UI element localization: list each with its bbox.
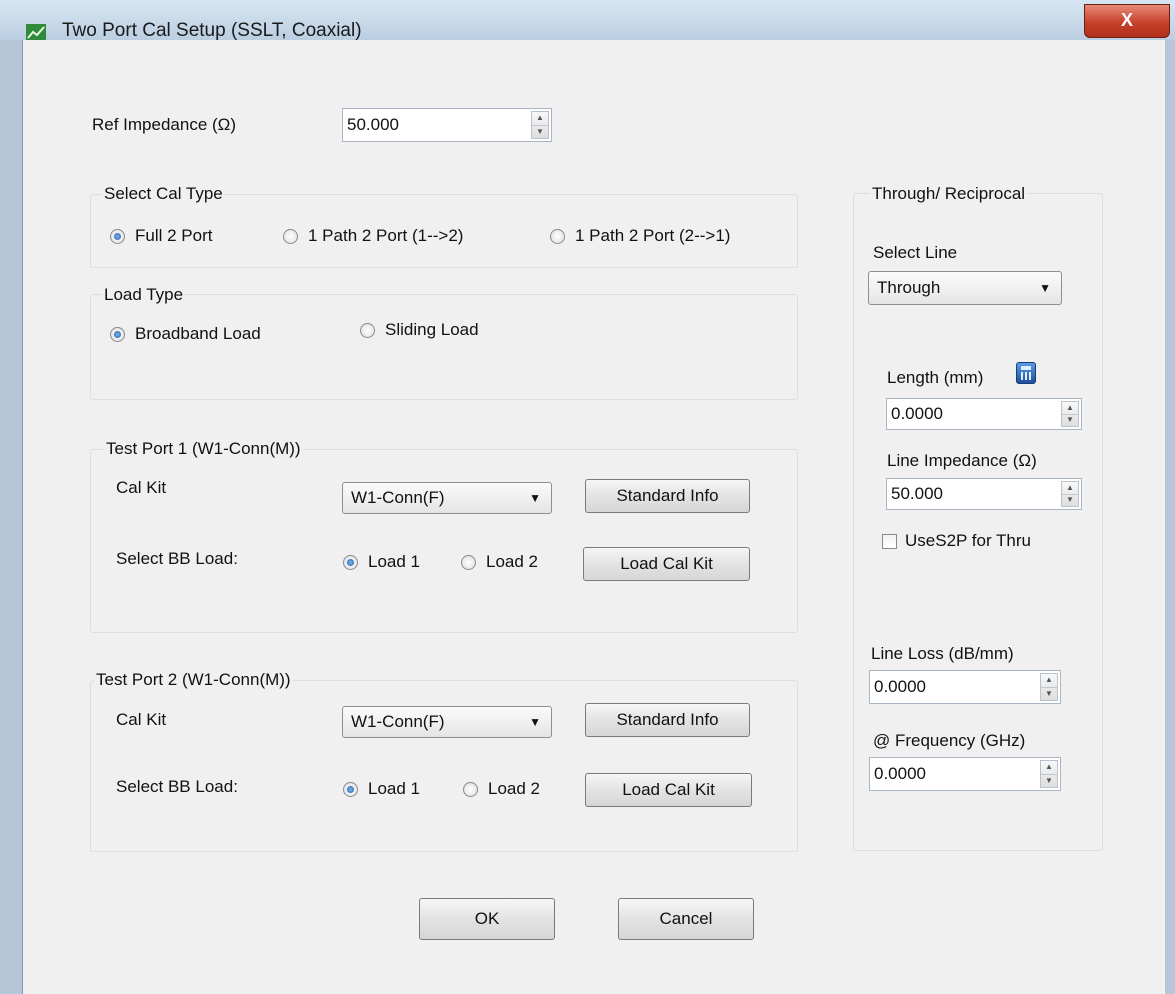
use-s2p-checkbox[interactable] [882, 534, 897, 549]
spin-up-icon[interactable]: ▲ [1041, 761, 1057, 775]
spin-down-icon[interactable]: ▼ [1041, 688, 1057, 701]
line-impedance-label: Line Impedance (Ω) [887, 451, 1037, 470]
test-port-2-legend: Test Port 2 (W1-Conn(M)) [94, 670, 293, 690]
cal-type-legend: Select Cal Type [102, 184, 225, 204]
port1-cal-kit-label: Cal Kit [116, 478, 167, 497]
load-type-group [90, 294, 798, 400]
ref-impedance-label: Ref Impedance (Ω) [92, 115, 237, 134]
radio-selected-icon[interactable] [343, 554, 358, 570]
chevron-down-icon: ▼ [529, 491, 541, 505]
window-title: Two Port Cal Setup (SSLT, Coaxial) [62, 20, 362, 41]
length-value: 0.0000 [891, 404, 943, 423]
through-reciprocal-legend: Through/ Reciprocal [870, 184, 1028, 204]
port2-load-1-label: Load 1 [368, 779, 420, 798]
port1-cal-kit-dropdown[interactable]: W1-Conn(F) ▼ [342, 482, 552, 514]
ref-impedance-value: 50.000 [347, 115, 399, 134]
port2-cal-kit-label: Cal Kit [116, 710, 167, 729]
spin-up-icon[interactable]: ▲ [1062, 482, 1078, 495]
radio-unselected-icon[interactable] [283, 228, 298, 244]
spin-down-icon[interactable]: ▼ [1062, 415, 1078, 427]
spin-down-icon[interactable]: ▼ [1041, 775, 1057, 788]
port1-load-2-label: Load 2 [486, 552, 538, 571]
load-type-sliding[interactable]: Sliding Load [360, 320, 479, 340]
cal-type-option-label: Full 2 Port [135, 226, 213, 245]
port2-standard-info-button[interactable]: Standard Info [585, 703, 750, 737]
frequency-label: @ Frequency (GHz) [873, 731, 1026, 750]
port2-bb-load-label: Select BB Load: [116, 777, 238, 796]
radio-unselected-icon[interactable] [550, 228, 565, 244]
line-loss-field[interactable]: 0.0000 ▲ ▼ [869, 670, 1061, 704]
chevron-down-icon: ▼ [529, 715, 541, 729]
spin-up-icon[interactable]: ▲ [532, 112, 548, 126]
frequency-field[interactable]: 0.0000 ▲ ▼ [869, 757, 1061, 791]
select-line-label: Select Line [873, 243, 958, 262]
port2-cal-kit-dropdown[interactable]: W1-Conn(F) ▼ [342, 706, 552, 738]
load-type-legend: Load Type [102, 285, 186, 305]
radio-selected-icon[interactable] [110, 228, 125, 244]
cal-type-option-label: 1 Path 2 Port (2-->1) [575, 226, 731, 245]
port1-load-1-radio[interactable]: Load 1 [343, 552, 420, 572]
line-loss-spinner[interactable]: ▲ ▼ [1040, 673, 1058, 701]
spin-down-icon[interactable]: ▼ [1062, 495, 1078, 507]
radio-unselected-icon[interactable] [360, 322, 375, 338]
load-type-broadband[interactable]: Broadband Load [110, 324, 261, 344]
cal-type-1-path-2-to-1[interactable]: 1 Path 2 Port (2-->1) [550, 226, 730, 246]
port1-load-2-radio[interactable]: Load 2 [461, 552, 538, 572]
select-line-value: Through [877, 278, 941, 297]
spin-up-icon[interactable]: ▲ [1041, 674, 1057, 688]
port2-load-2-label: Load 2 [488, 779, 540, 798]
port1-standard-info-button[interactable]: Standard Info [585, 479, 750, 513]
frequency-value: 0.0000 [874, 764, 926, 783]
load-type-option-label: Sliding Load [385, 320, 479, 339]
length-spinner[interactable]: ▲ ▼ [1061, 401, 1079, 427]
line-impedance-field[interactable]: 50.000 ▲ ▼ [886, 478, 1082, 510]
length-field[interactable]: 0.0000 ▲ ▼ [886, 398, 1082, 430]
radio-selected-icon[interactable] [343, 781, 358, 797]
port2-load-2-radio[interactable]: Load 2 [463, 779, 540, 799]
frequency-spinner[interactable]: ▲ ▼ [1040, 760, 1058, 788]
port1-bb-load-label: Select BB Load: [116, 549, 238, 568]
cal-type-1-path-1-to-2[interactable]: 1 Path 2 Port (1-->2) [283, 226, 463, 246]
port1-load-1-label: Load 1 [368, 552, 420, 571]
cancel-button[interactable]: Cancel [618, 898, 754, 940]
select-line-dropdown[interactable]: Through ▼ [868, 271, 1062, 305]
ref-impedance-field[interactable]: 50.000 ▲ ▼ [342, 108, 552, 142]
cal-type-full-2-port[interactable]: Full 2 Port [110, 226, 212, 246]
radio-unselected-icon[interactable] [461, 554, 476, 570]
ok-button[interactable]: OK [419, 898, 555, 940]
port1-load-cal-kit-button[interactable]: Load Cal Kit [583, 547, 750, 581]
test-port-1-group [90, 449, 798, 633]
spin-up-icon[interactable]: ▲ [1062, 402, 1078, 415]
calculator-icon[interactable] [1016, 362, 1036, 384]
radio-unselected-icon[interactable] [463, 781, 478, 797]
close-button[interactable]: X [1084, 4, 1170, 38]
port1-cal-kit-value: W1-Conn(F) [351, 488, 445, 507]
spin-down-icon[interactable]: ▼ [532, 126, 548, 139]
cal-type-option-label: 1 Path 2 Port (1-->2) [308, 226, 464, 245]
window-frame-left [0, 40, 22, 994]
line-loss-value: 0.0000 [874, 677, 926, 696]
radio-selected-icon[interactable] [110, 326, 125, 342]
length-label: Length (mm) [887, 368, 984, 387]
port2-cal-kit-value: W1-Conn(F) [351, 712, 445, 731]
line-impedance-spinner[interactable]: ▲ ▼ [1061, 481, 1079, 507]
use-s2p-label: UseS2P for Thru [905, 531, 1031, 550]
window-frame-right [1164, 40, 1175, 994]
port2-load-cal-kit-button[interactable]: Load Cal Kit [585, 773, 752, 807]
chevron-down-icon: ▼ [1039, 281, 1051, 295]
port2-load-1-radio[interactable]: Load 1 [343, 779, 420, 799]
dialog-window: Two Port Cal Setup (SSLT, Coaxial) X Ref… [0, 0, 1175, 994]
ref-impedance-spinner[interactable]: ▲ ▼ [531, 111, 549, 139]
load-type-option-label: Broadband Load [135, 324, 261, 343]
test-port-1-legend: Test Port 1 (W1-Conn(M)) [104, 439, 303, 459]
line-impedance-value: 50.000 [891, 484, 943, 503]
line-loss-label: Line Loss (dB/mm) [871, 644, 1014, 663]
